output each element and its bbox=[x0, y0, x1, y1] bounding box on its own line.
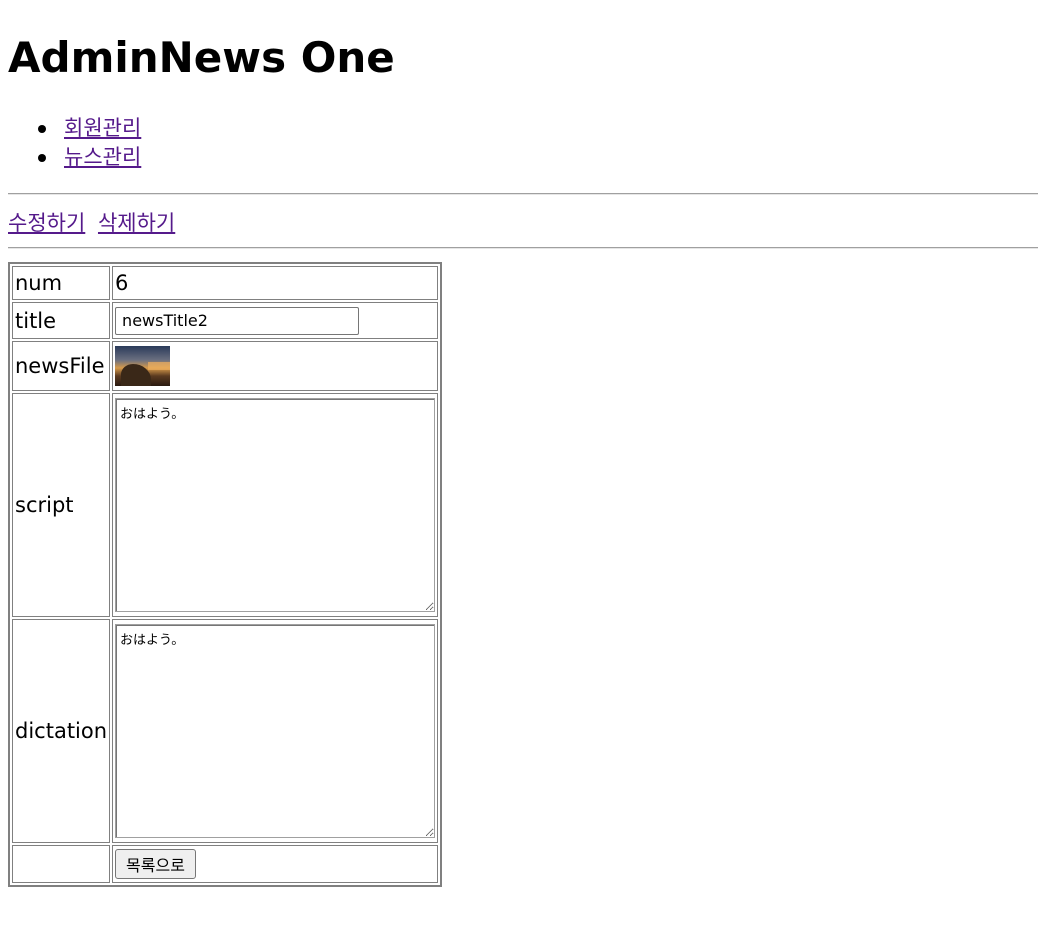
file-label: newsFile bbox=[12, 341, 111, 391]
news-image-thumbnail bbox=[115, 346, 171, 386]
title-input[interactable] bbox=[115, 306, 360, 335]
empty-cell bbox=[12, 845, 111, 883]
divider-top bbox=[8, 193, 1038, 195]
table-row-file: newsFile bbox=[12, 341, 439, 391]
dictation-textarea[interactable]: おはよう。 bbox=[115, 624, 436, 838]
script-label: script bbox=[12, 393, 111, 617]
news-detail-table: num 6 title newsFile script おはよう。 dictat… bbox=[8, 262, 443, 887]
nav-item-news: 뉴스관리 bbox=[36, 143, 141, 172]
news-management-link[interactable]: 뉴스관리 bbox=[64, 145, 141, 169]
button-cell: 목록으로 bbox=[112, 845, 439, 883]
member-management-link[interactable]: 회원관리 bbox=[64, 116, 141, 140]
bullet-icon bbox=[38, 154, 46, 162]
table-row-actions: 목록으로 bbox=[12, 845, 439, 883]
dictation-cell: おはよう。 bbox=[112, 619, 439, 843]
num-value: 6 bbox=[112, 266, 439, 300]
num-label: num bbox=[12, 266, 111, 300]
admin-nav: 회원관리 뉴스관리 bbox=[36, 114, 141, 172]
page-title: AdminNews One bbox=[8, 33, 395, 82]
divider-bottom bbox=[8, 247, 1038, 249]
script-cell: おはよう。 bbox=[112, 393, 439, 617]
delete-link[interactable]: 삭제하기 bbox=[98, 211, 175, 235]
dictation-label: dictation bbox=[12, 619, 111, 843]
table-row-num: num 6 bbox=[12, 266, 439, 300]
script-textarea[interactable]: おはよう。 bbox=[115, 398, 436, 612]
file-cell bbox=[112, 341, 439, 391]
title-cell bbox=[112, 302, 439, 339]
table-row-title: title bbox=[12, 302, 439, 339]
table-row-script: script おはよう。 bbox=[12, 393, 439, 617]
table-row-dictation: dictation おはよう。 bbox=[12, 619, 439, 843]
action-links: 수정하기 삭제하기 bbox=[8, 208, 181, 238]
title-label: title bbox=[12, 302, 111, 339]
back-to-list-button[interactable]: 목록으로 bbox=[115, 849, 196, 879]
nav-item-members: 회원관리 bbox=[36, 114, 141, 143]
edit-link[interactable]: 수정하기 bbox=[8, 211, 85, 235]
bullet-icon bbox=[38, 125, 46, 133]
